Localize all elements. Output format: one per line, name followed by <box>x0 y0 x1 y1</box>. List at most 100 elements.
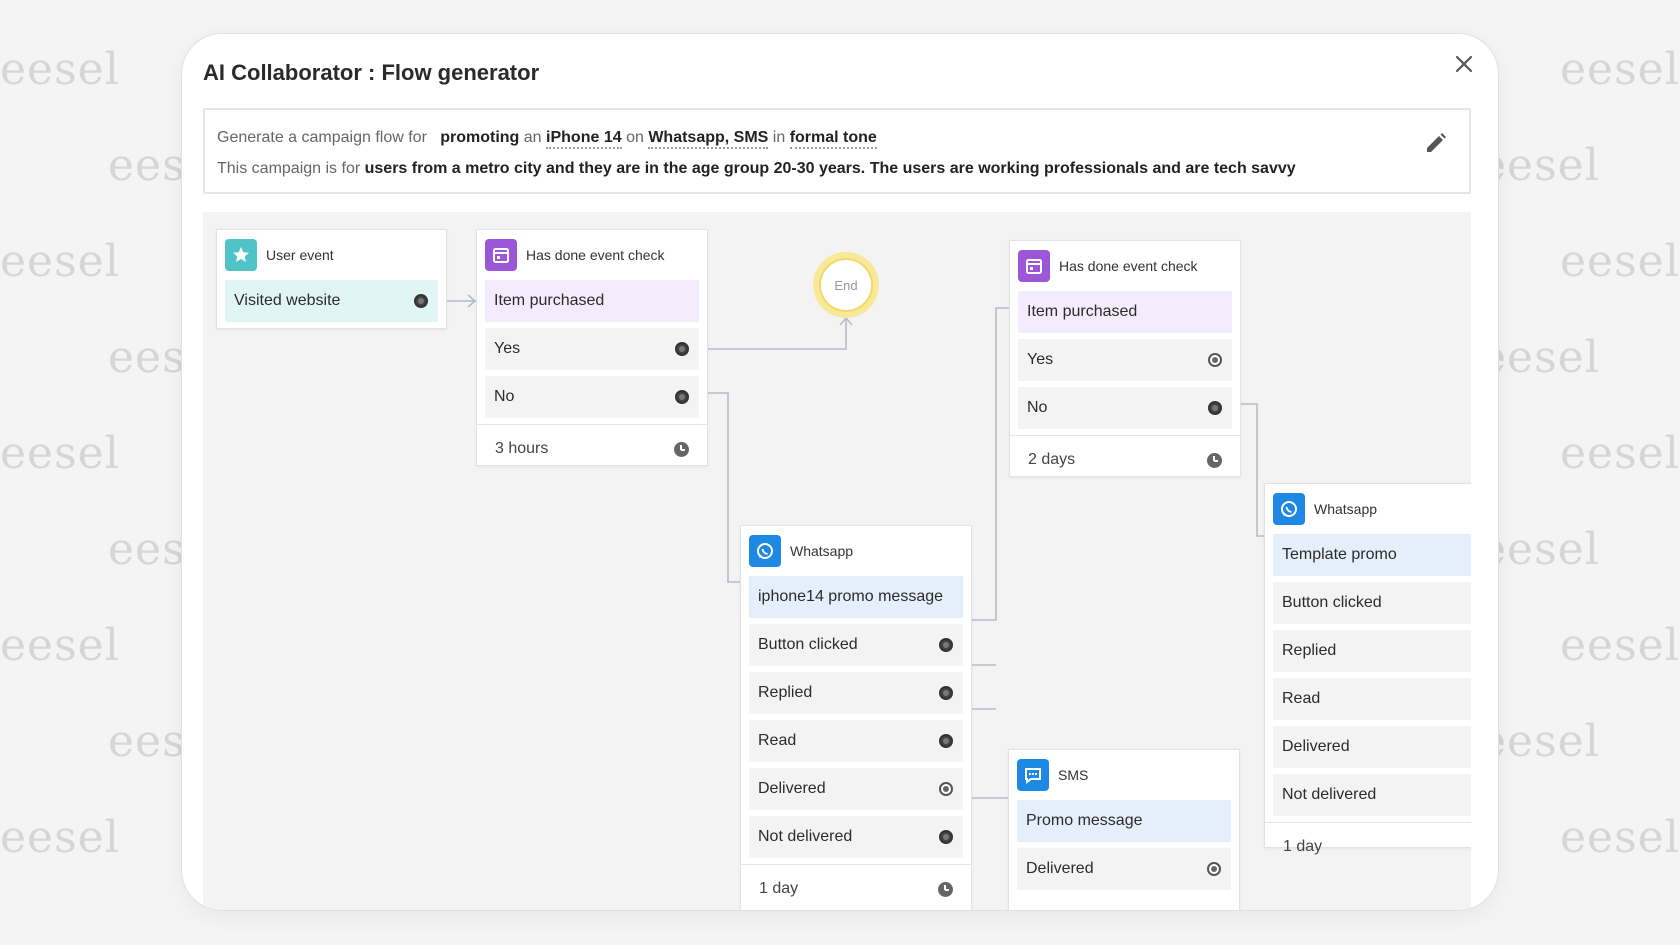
edit-prompt-button[interactable] <box>1421 128 1451 158</box>
watermark: eesel <box>0 812 120 863</box>
output-port[interactable] <box>939 686 953 700</box>
end-node[interactable]: End <box>813 252 879 318</box>
watermark: eesel <box>1560 44 1680 95</box>
flow-generator-modal: AI Collaborator : Flow generator Generat… <box>182 34 1498 910</box>
output-port[interactable] <box>939 830 953 844</box>
watermark: eesel <box>1560 428 1680 479</box>
outcome-button-clicked[interactable]: Button clicked <box>1273 582 1471 624</box>
outcome-not-delivered[interactable]: Not delivered <box>1273 774 1471 816</box>
sms-icon <box>1017 759 1049 791</box>
message-row[interactable]: iphone14 promo message <box>749 576 963 618</box>
branch-label: No <box>1027 399 1048 416</box>
branch-label: No <box>494 388 515 405</box>
node-title: Whatsapp <box>1314 501 1378 517</box>
calendar-icon <box>1018 250 1050 282</box>
prompt-line-audience: This campaign is for users from a metro … <box>217 160 1296 178</box>
node-user-event[interactable]: User event Visited website <box>216 229 447 329</box>
node-whatsapp-2[interactable]: Whatsapp Template promo Button clicked R… <box>1264 483 1471 855</box>
prompt-box: Generate a campaign flow for promoting a… <box>203 108 1471 194</box>
branch-no[interactable]: No <box>485 376 699 418</box>
calendar-icon <box>485 239 517 271</box>
watermark: eesel <box>1560 620 1680 671</box>
pencil-icon <box>1427 133 1446 152</box>
message-row[interactable]: Template promo <box>1273 534 1471 576</box>
output-port[interactable] <box>939 782 953 796</box>
outcome-label: Not delivered <box>1282 786 1377 803</box>
node-event-check-1[interactable]: Has done event check Item purchased Yes … <box>476 229 708 466</box>
watermark: eesel <box>0 44 120 95</box>
outcome-delivered[interactable]: Delivered <box>1017 848 1231 890</box>
event-label: Item purchased <box>1027 303 1138 320</box>
node-title: Whatsapp <box>790 543 854 559</box>
node-event-check-2[interactable]: Has done event check Item purchased Yes … <box>1009 240 1241 477</box>
node-title: SMS <box>1058 767 1089 783</box>
outcome-label: Replied <box>758 684 813 701</box>
node-title: Has done event check <box>526 247 665 263</box>
prompt-tone-token[interactable]: formal tone <box>789 129 877 149</box>
output-port[interactable] <box>939 734 953 748</box>
outcome-replied[interactable]: Replied <box>1273 630 1471 672</box>
prompt-audience-token[interactable]: users from a metro city and they are in … <box>365 160 1296 177</box>
event-label: Visited website <box>234 292 341 309</box>
outcome-read[interactable]: Read <box>749 720 963 762</box>
prompt-text: on <box>626 129 644 146</box>
outcome-replied[interactable]: Replied <box>749 672 963 714</box>
outcome-delivered[interactable]: Delivered <box>749 768 963 810</box>
message-label: iphone14 promo message <box>758 588 944 605</box>
branch-label: Yes <box>494 340 521 357</box>
prompt-goal-token[interactable]: promoting <box>440 129 519 146</box>
output-port[interactable] <box>414 294 428 308</box>
branch-label: Yes <box>1027 351 1054 368</box>
output-port[interactable] <box>1208 353 1222 367</box>
modal-title: AI Collaborator : Flow generator <box>203 60 540 85</box>
output-port[interactable] <box>939 638 953 652</box>
close-button[interactable] <box>1448 48 1480 80</box>
clock-icon <box>674 441 689 457</box>
event-row[interactable]: Item purchased <box>1018 291 1232 333</box>
outcome-not-delivered[interactable]: Not delivered <box>749 816 963 858</box>
branch-no[interactable]: No <box>1018 387 1232 429</box>
output-port[interactable] <box>675 390 689 404</box>
outcome-label: Not delivered <box>758 828 853 845</box>
prompt-text: Generate a campaign flow for <box>217 129 427 146</box>
branch-yes[interactable]: Yes <box>1018 339 1232 381</box>
whatsapp-icon <box>749 535 781 567</box>
prompt-text: in <box>772 129 786 146</box>
branch-yes[interactable]: Yes <box>485 328 699 370</box>
event-row[interactable]: Item purchased <box>485 280 699 322</box>
outcome-label: Replied <box>1282 642 1337 659</box>
wait-duration[interactable]: 3 hours <box>477 424 707 472</box>
prompt-channels-token[interactable]: Whatsapp, SMS <box>648 129 769 149</box>
output-port[interactable] <box>675 342 689 356</box>
outcome-delivered[interactable]: Delivered <box>1273 726 1471 768</box>
output-port[interactable] <box>1208 401 1222 415</box>
wait-label: 1 day <box>1283 837 1323 855</box>
outcome-label: Delivered <box>1282 738 1350 755</box>
prompt-text: This campaign is for <box>217 160 361 177</box>
wait-label: 3 hours <box>495 439 549 457</box>
outcome-label: Delivered <box>758 780 826 797</box>
close-icon <box>1455 55 1473 73</box>
outcome-label: Read <box>1282 690 1321 707</box>
star-icon <box>225 239 257 271</box>
watermark: eesel <box>0 620 120 671</box>
event-row[interactable]: Visited website <box>225 280 438 322</box>
wait-duration[interactable]: 1 day <box>1265 822 1471 870</box>
end-label: End <box>819 258 873 312</box>
outcome-label: Delivered <box>1026 860 1094 877</box>
event-label: Item purchased <box>494 292 605 309</box>
wait-duration[interactable]: 2 days <box>1010 435 1240 483</box>
output-port[interactable] <box>1207 862 1221 876</box>
watermark: eesel <box>0 428 120 479</box>
clock-icon <box>938 881 953 897</box>
outcome-button-clicked[interactable]: Button clicked <box>749 624 963 666</box>
flow-canvas[interactable]: User event Visited website Has done even… <box>203 212 1471 910</box>
outcome-read[interactable]: Read <box>1273 678 1471 720</box>
node-sms[interactable]: SMS Promo message Delivered <box>1008 749 1240 910</box>
wait-duration[interactable]: 1 day <box>741 864 971 910</box>
prompt-line-goal: Generate a campaign flow for promoting a… <box>217 129 877 149</box>
message-row[interactable]: Promo message <box>1017 800 1231 842</box>
node-whatsapp-1[interactable]: Whatsapp iphone14 promo message Button c… <box>740 525 972 910</box>
prompt-product-token[interactable]: iPhone 14 <box>546 129 622 149</box>
wait-label: 1 day <box>759 879 799 897</box>
